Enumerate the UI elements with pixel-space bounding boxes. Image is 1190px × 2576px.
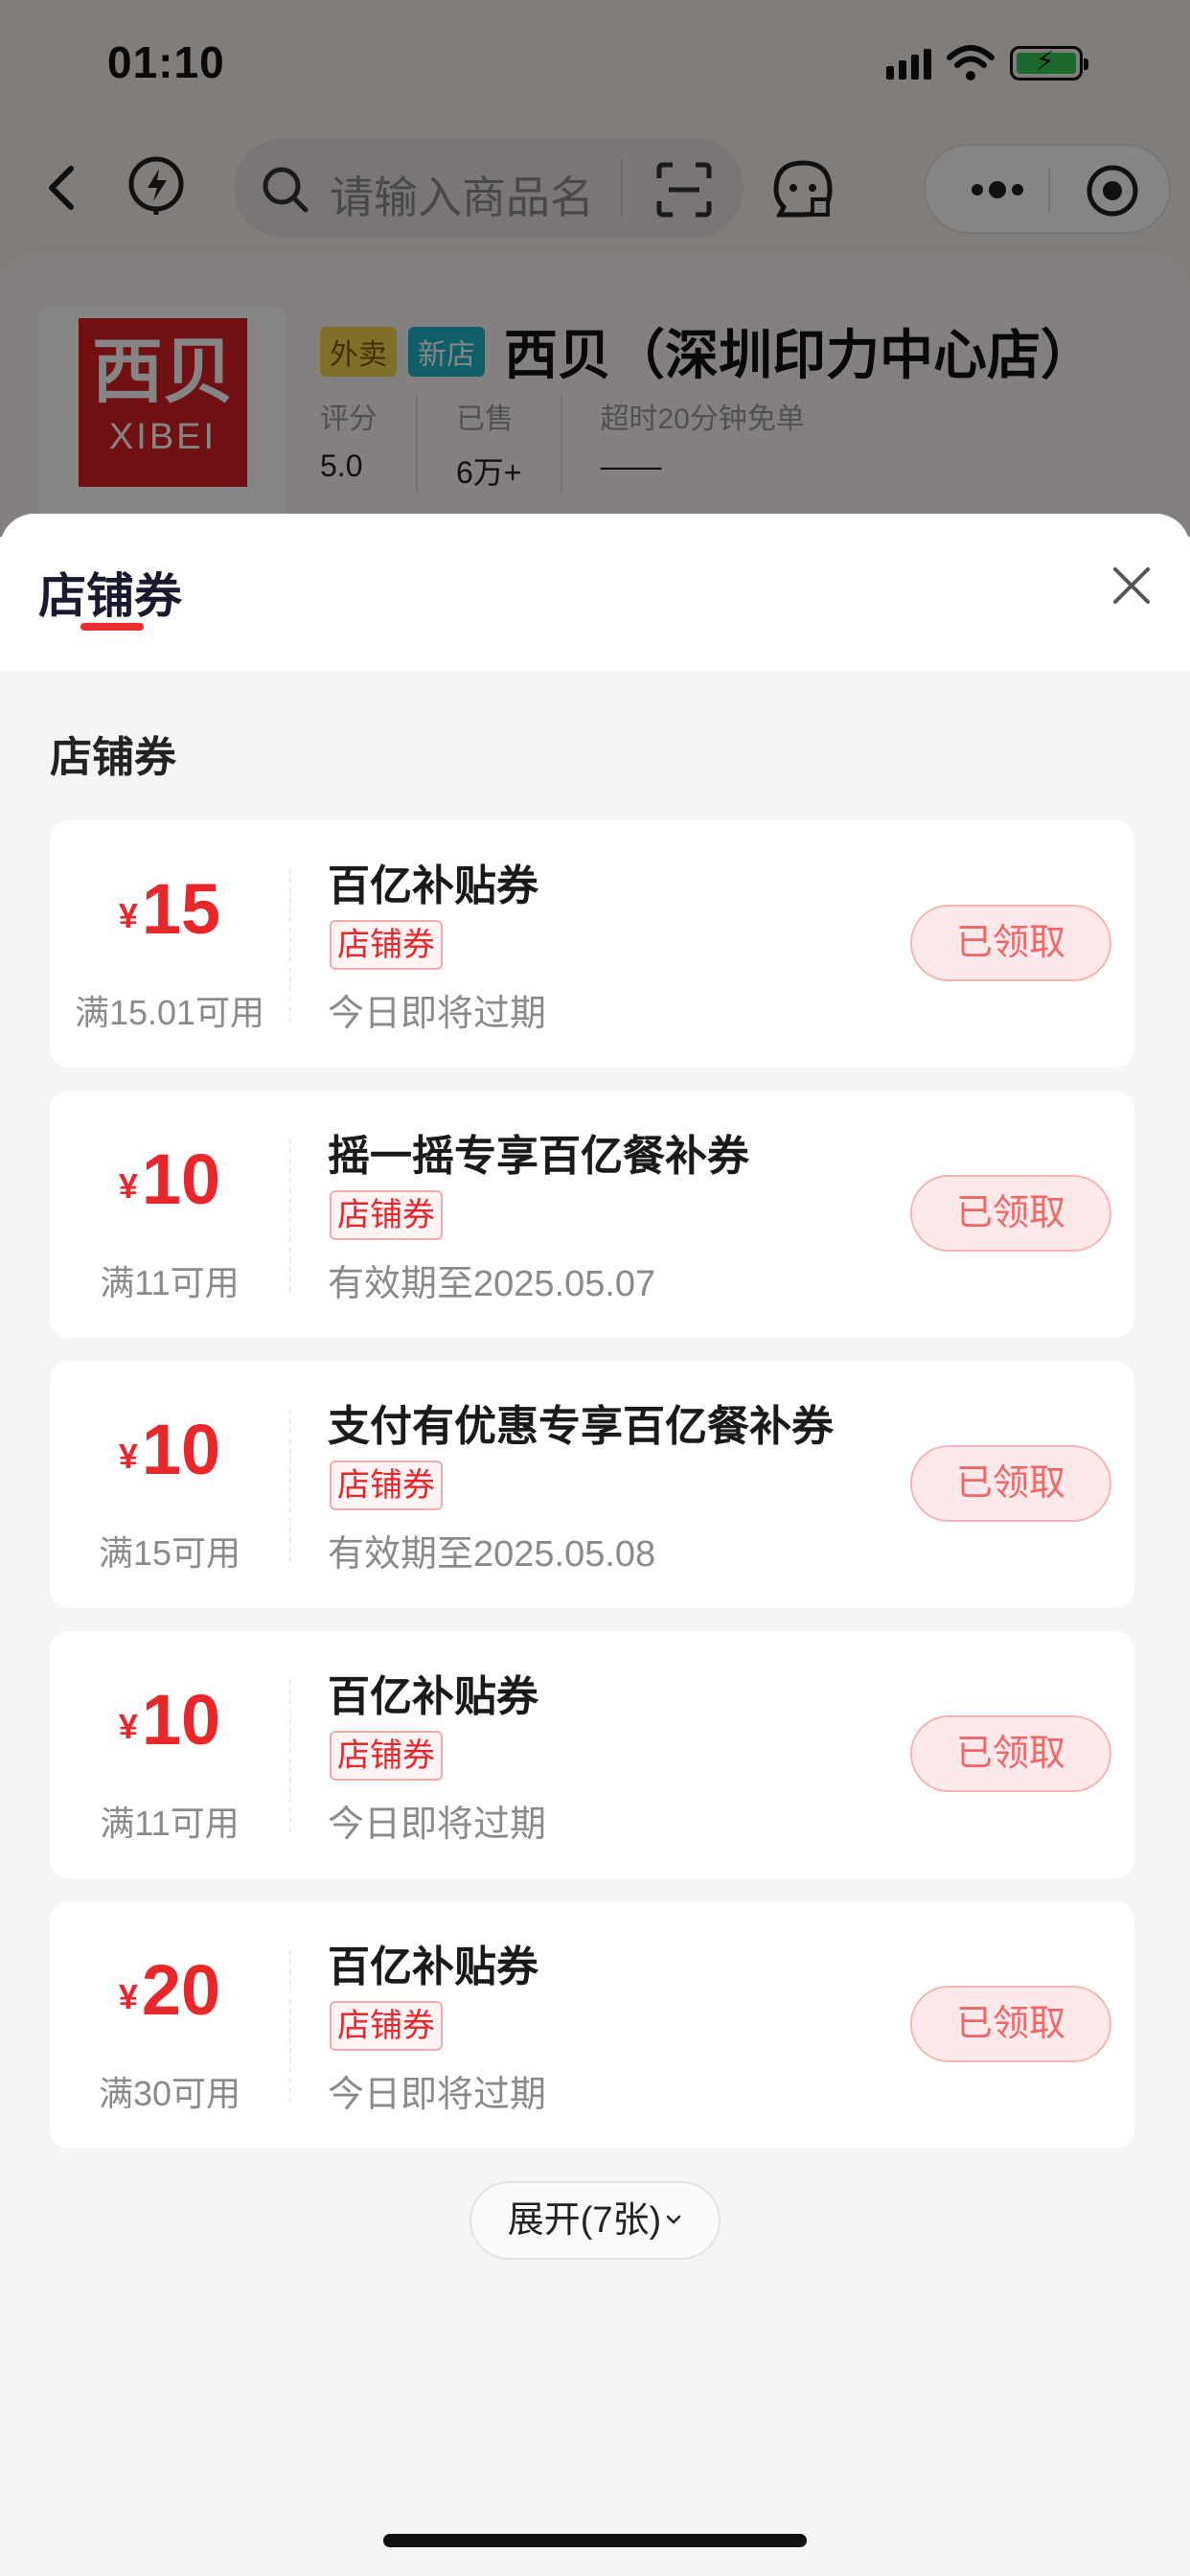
coupon-amount: 10 bbox=[141, 1680, 221, 1760]
coupon-name: 百亿补贴券 bbox=[328, 1673, 538, 1720]
coupon-validity: 今日即将过期 bbox=[328, 1805, 547, 1845]
expand-button[interactable]: 展开(7张) bbox=[469, 2181, 721, 2260]
coupon-amount-area: ¥10 满11可用 bbox=[50, 1091, 289, 1338]
coupon-amount: 10 bbox=[141, 1139, 221, 1219]
coupon-condition: 满11可用 bbox=[100, 1804, 240, 1843]
currency-symbol: ¥ bbox=[118, 1977, 138, 2016]
chevron-down-icon bbox=[666, 2215, 681, 2224]
coupon-name: 百亿补贴券 bbox=[328, 862, 538, 909]
coupon-divider bbox=[289, 1409, 291, 1562]
close-icon[interactable] bbox=[1108, 562, 1156, 610]
coupon-badge: 店铺券 bbox=[330, 1731, 443, 1781]
coupon-condition: 满30可用 bbox=[98, 2074, 241, 2113]
coupon-condition: 满15可用 bbox=[98, 1533, 241, 1573]
coupon-badge: 店铺券 bbox=[330, 1190, 443, 1240]
coupon-divider bbox=[289, 1138, 291, 1292]
coupon-amount: 15 bbox=[141, 869, 221, 949]
coupon-name: 支付有优惠专享百亿餐补券 bbox=[328, 1403, 834, 1450]
coupon-validity: 有效期至2025.05.07 bbox=[328, 1264, 656, 1304]
background-page: 01:10 请输入商品名 bbox=[0, 0, 1190, 537]
claimed-button[interactable]: 已领取 bbox=[910, 1986, 1111, 2062]
modal-overlay[interactable] bbox=[0, 0, 1190, 537]
coupon-sheet: 店铺券 店铺券 ¥15 满15.01可用 百亿补贴券 店铺券 今日即将过期 已领… bbox=[0, 514, 1190, 2576]
coupon-list: ¥15 满15.01可用 百亿补贴券 店铺券 今日即将过期 已领取 ¥10 满1… bbox=[50, 820, 1134, 2172]
coupon-condition: 满15.01可用 bbox=[74, 993, 265, 1032]
coupon-card: ¥10 满11可用 摇一摇专享百亿餐补券 店铺券 有效期至2025.05.07 … bbox=[50, 1091, 1134, 1338]
title-underline bbox=[80, 623, 144, 631]
coupon-card: ¥20 满30可用 百亿补贴券 店铺券 今日即将过期 已领取 bbox=[50, 1901, 1134, 2149]
coupon-badge: 店铺券 bbox=[330, 1460, 443, 1510]
coupon-name: 摇一摇专享百亿餐补券 bbox=[328, 1133, 749, 1180]
coupon-amount-area: ¥20 满30可用 bbox=[50, 1901, 289, 2149]
home-indicator bbox=[383, 2534, 807, 2547]
coupon-amount: 20 bbox=[141, 1950, 221, 2030]
coupon-validity: 今日即将过期 bbox=[328, 2075, 547, 2115]
coupon-divider bbox=[289, 868, 291, 1022]
currency-symbol: ¥ bbox=[118, 1707, 138, 1746]
coupon-card: ¥10 满11可用 百亿补贴券 店铺券 今日即将过期 已领取 bbox=[50, 1631, 1134, 1878]
coupon-card: ¥15 满15.01可用 百亿补贴券 店铺券 今日即将过期 已领取 bbox=[50, 820, 1134, 1068]
coupon-badge: 店铺券 bbox=[330, 2001, 443, 2051]
coupon-amount-area: ¥10 满11可用 bbox=[50, 1631, 289, 1878]
claimed-button[interactable]: 已领取 bbox=[910, 905, 1111, 981]
coupon-divider bbox=[289, 1949, 291, 2103]
coupon-amount: 10 bbox=[141, 1410, 221, 1489]
coupon-badge: 店铺券 bbox=[330, 920, 443, 970]
currency-symbol: ¥ bbox=[118, 1437, 138, 1476]
coupon-amount-area: ¥10 满15可用 bbox=[50, 1361, 289, 1608]
currency-symbol: ¥ bbox=[118, 896, 138, 935]
claimed-button[interactable]: 已领取 bbox=[910, 1715, 1111, 1792]
sheet-header: 店铺券 bbox=[0, 514, 1190, 671]
coupon-validity: 有效期至2025.05.08 bbox=[328, 1534, 656, 1575]
coupon-amount-area: ¥15 满15.01可用 bbox=[50, 820, 289, 1068]
claimed-button[interactable]: 已领取 bbox=[910, 1445, 1111, 1522]
coupon-condition: 满11可用 bbox=[100, 1263, 240, 1302]
coupon-divider bbox=[289, 1679, 291, 1832]
coupon-validity: 今日即将过期 bbox=[328, 994, 547, 1034]
section-title: 店铺券 bbox=[50, 734, 176, 781]
claimed-button[interactable]: 已领取 bbox=[910, 1175, 1111, 1252]
coupon-card: ¥10 满15可用 支付有优惠专享百亿餐补券 店铺券 有效期至2025.05.0… bbox=[50, 1361, 1134, 1608]
currency-symbol: ¥ bbox=[118, 1166, 138, 1206]
coupon-name: 百亿补贴券 bbox=[328, 1944, 538, 1990]
expand-label: 展开(7张) bbox=[507, 2200, 662, 2241]
sheet-title[interactable]: 店铺券 bbox=[38, 558, 182, 627]
